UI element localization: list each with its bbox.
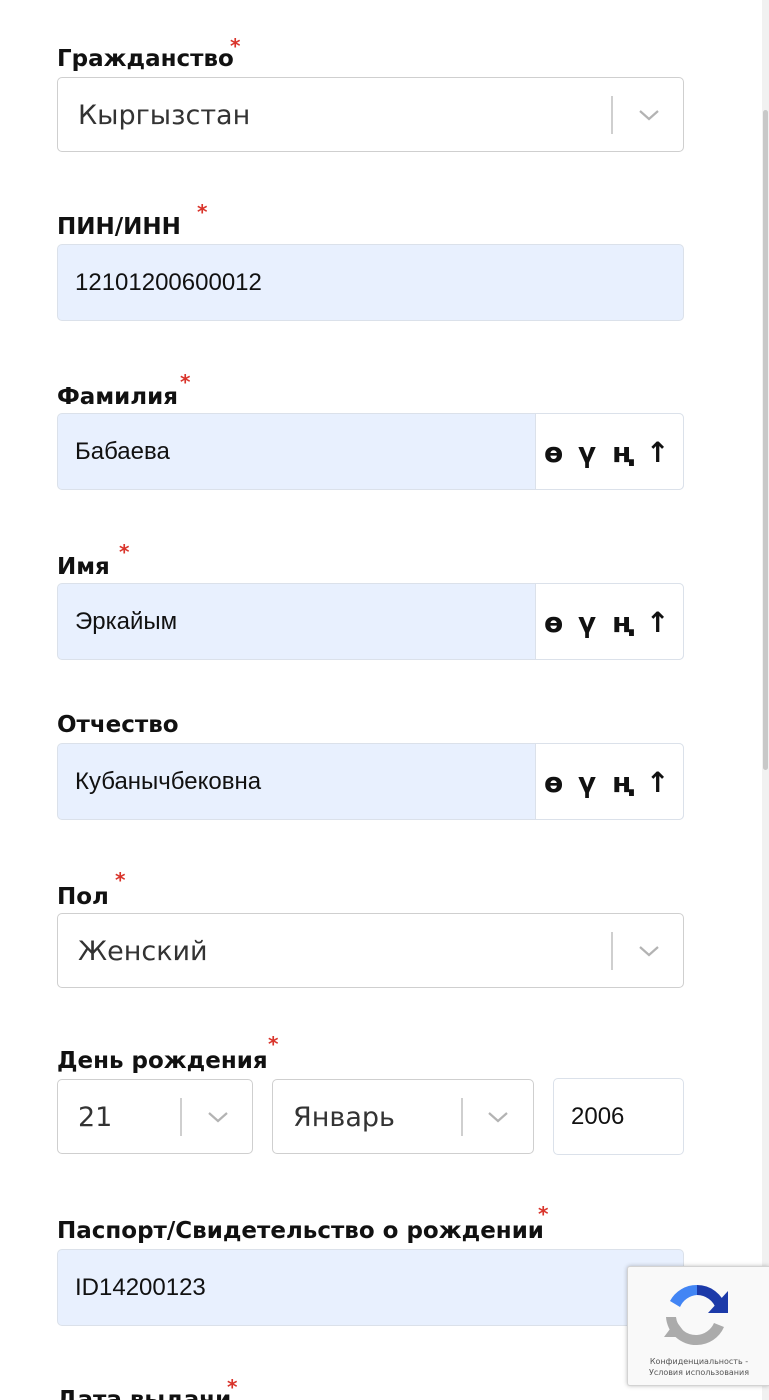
surname-label: Фамилия (57, 384, 178, 410)
birthday-year-value: 2006 (571, 1103, 625, 1130)
required-mark: * (230, 34, 241, 58)
letter-o-button[interactable]: ө (544, 414, 563, 492)
shift-arrow-icon[interactable]: ↑ (646, 414, 669, 492)
first-name-input[interactable]: Эркайым ө ү ң ↑ (57, 583, 684, 660)
birthday-label: День рождения (57, 1048, 268, 1074)
surname-field: Фамилия * Бабаева ө ү ң ↑ (57, 370, 684, 494)
letter-u-button[interactable]: ү (578, 414, 596, 492)
chevron-down-icon[interactable] (637, 106, 661, 124)
select-separator (611, 932, 613, 970)
required-mark: * (119, 540, 130, 564)
shift-arrow-icon[interactable]: ↑ (646, 584, 669, 662)
select-separator (461, 1098, 463, 1136)
birthday-day-select[interactable]: 21 (57, 1079, 253, 1154)
issue-date-field: Дата выдачи * (57, 1376, 684, 1400)
pin-input[interactable]: 12101200600012 (57, 244, 684, 321)
letter-n-button[interactable]: ң (612, 414, 635, 492)
select-separator (611, 96, 613, 134)
surname-value: Бабаева (75, 438, 170, 465)
chevron-down-icon[interactable] (486, 1108, 510, 1126)
special-letters-keyboard: ө ү ң ↑ (535, 413, 684, 490)
pin-label: ПИН/ИНН (57, 214, 181, 240)
recaptcha-badge[interactable]: Конфиденциальность - Условия использован… (627, 1266, 769, 1386)
special-letters-keyboard: ө ү ң ↑ (535, 583, 684, 660)
required-mark: * (538, 1202, 549, 1226)
recaptcha-separator: - (745, 1357, 749, 1366)
birthday-day-value: 21 (78, 1102, 113, 1133)
letter-u-button[interactable]: ү (578, 584, 596, 662)
first-name-value: Эркайым (75, 608, 178, 635)
chevron-down-icon[interactable] (206, 1108, 230, 1126)
passport-label: Паспорт/Свидетельство о рождении (57, 1218, 544, 1244)
patronymic-field: Отчество Кубанычбековна ө ү ң ↑ (57, 706, 684, 826)
special-letters-keyboard: ө ү ң ↑ (535, 743, 684, 820)
citizenship-label: Гражданство (57, 46, 234, 72)
citizenship-select[interactable]: Кыргызстан (57, 77, 684, 152)
required-mark: * (197, 200, 208, 224)
gender-value: Женский (78, 936, 208, 967)
recaptcha-links: Конфиденциальность - (628, 1357, 769, 1366)
letter-n-button[interactable]: ң (612, 584, 635, 662)
letter-o-button[interactable]: ө (544, 584, 563, 662)
passport-input[interactable]: ID14200123 (57, 1249, 684, 1326)
recaptcha-logo-icon (664, 1284, 728, 1346)
required-mark: * (227, 1376, 238, 1399)
surname-input[interactable]: Бабаева ө ү ң ↑ (57, 413, 684, 490)
required-mark: * (180, 370, 191, 394)
pin-value: 12101200600012 (75, 269, 262, 296)
recaptcha-terms-link[interactable]: Условия использования (628, 1368, 769, 1377)
patronymic-value: Кубанычбековна (75, 768, 262, 795)
passport-value: ID14200123 (75, 1274, 206, 1301)
birthday-month-select[interactable]: Январь (272, 1079, 534, 1154)
patronymic-label: Отчество (57, 712, 179, 738)
recaptcha-privacy-link[interactable]: Конфиденциальность (650, 1357, 743, 1366)
scrollbar-thumb[interactable] (763, 110, 768, 770)
first-name-field: Имя * Эркайым ө ү ң ↑ (57, 540, 684, 664)
required-mark: * (115, 868, 126, 892)
patronymic-input[interactable]: Кубанычбековна ө ү ң ↑ (57, 743, 684, 820)
letter-o-button[interactable]: ө (544, 744, 563, 822)
pin-field: ПИН/ИНН * 12101200600012 (57, 200, 684, 324)
required-mark: * (268, 1032, 279, 1056)
citizenship-field: Гражданство * Кыргызстан (57, 34, 684, 153)
passport-field: Паспорт/Свидетельство о рождении * ID142… (57, 1202, 684, 1331)
birthday-month-value: Январь (293, 1102, 395, 1133)
gender-select[interactable]: Женский (57, 913, 684, 988)
citizenship-value: Кыргызстан (78, 100, 251, 131)
page-scrollbar[interactable] (762, 0, 769, 1400)
shift-arrow-icon[interactable]: ↑ (646, 744, 669, 822)
select-separator (180, 1098, 182, 1136)
letter-u-button[interactable]: ү (578, 744, 596, 822)
gender-field: Пол * Женский (57, 868, 684, 988)
gender-label: Пол (57, 884, 109, 910)
first-name-label: Имя (57, 554, 110, 580)
birthday-year-input[interactable]: 2006 (553, 1078, 684, 1155)
letter-n-button[interactable]: ң (612, 744, 635, 822)
issue-date-label: Дата выдачи (57, 1387, 232, 1400)
birthday-field: День рождения * 21 Январь 2006 (57, 1032, 684, 1156)
chevron-down-icon[interactable] (637, 942, 661, 960)
